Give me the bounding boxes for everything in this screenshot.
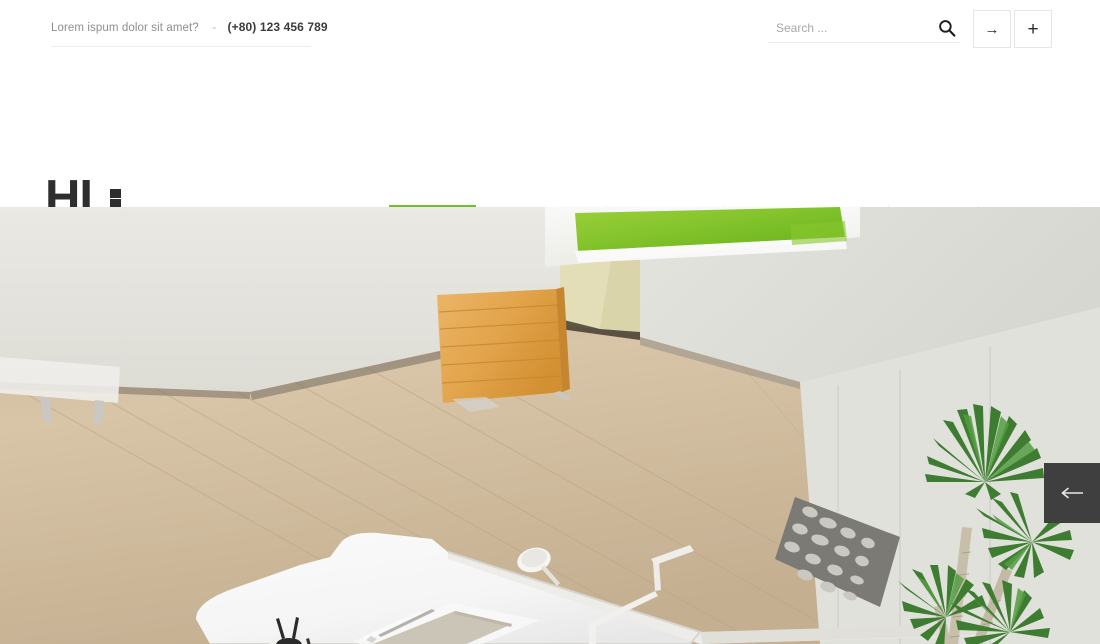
plus-icon: + — [1027, 18, 1039, 40]
hero-slider: NEW RANGE OF PRODUCTS SOLID WOOD PARQUET — [0, 207, 1100, 644]
topbar-contact-info: Lorem ispum dolor sit amet? - (+80) 123 … — [51, 18, 328, 47]
topbar-tagline: Lorem ispum dolor sit amet? — [51, 22, 199, 34]
arrow-left-icon — [1061, 487, 1083, 499]
search-box — [768, 14, 960, 43]
topbar-separator: - — [212, 22, 217, 34]
login-button[interactable]: → — [973, 10, 1011, 48]
top-bar: Lorem ispum dolor sit amet? - (+80) 123 … — [0, 0, 1100, 57]
search-input[interactable] — [776, 14, 926, 41]
site-header: HL HOME TEMPLATE ▾ JOOMLA ▾ PRODUCTS (K2… — [0, 57, 1100, 255]
topbar-phone: (+80) 123 456 789 — [227, 20, 328, 34]
slider-prev-button[interactable] — [1044, 463, 1100, 523]
search-button[interactable] — [938, 17, 960, 39]
register-button[interactable]: + — [1014, 10, 1052, 48]
search-icon — [939, 20, 956, 37]
page-root: Lorem ispum dolor sit amet? - (+80) 123 … — [0, 0, 1100, 644]
hero-image — [0, 207, 1100, 644]
arrow-right-icon: → — [984, 20, 1000, 38]
